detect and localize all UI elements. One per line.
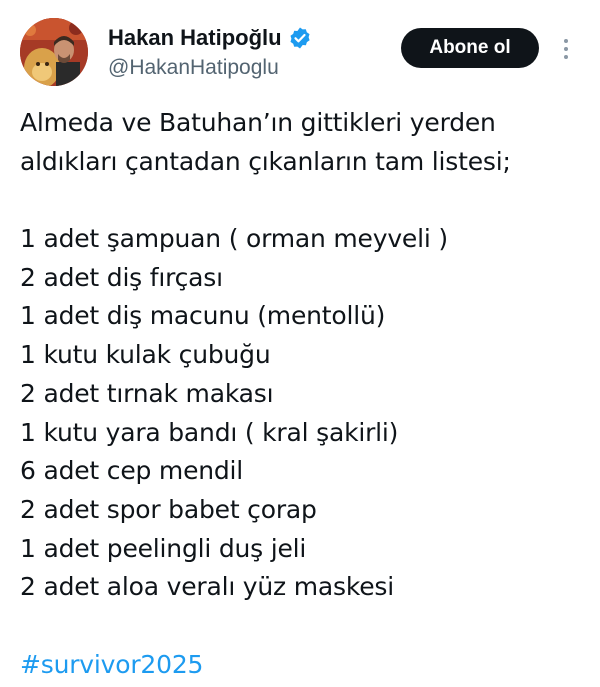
paragraph-break (20, 181, 586, 220)
author-block: Hakan Hatipoğlu @HakanHatipoglu (108, 22, 312, 80)
author-handle[interactable]: @HakanHatipoglu (108, 56, 312, 80)
list-item: 1 kutu yara bandı ( kral şakirli) (20, 417, 399, 447)
verified-badge-icon (288, 26, 312, 50)
avatar[interactable] (20, 18, 88, 86)
list-item: 2 adet spor babet çorap (20, 494, 317, 524)
tweet-header: Hakan Hatipoğlu @HakanHatipoglu Abone ol (20, 18, 580, 90)
list-item: 1 adet şampuan ( orman meyveli ) (20, 224, 448, 254)
list-item: 1 adet peelingli duş jeli (20, 533, 307, 563)
author-display-name[interactable]: Hakan Hatipoğlu (108, 25, 282, 51)
list-item: 1 adet diş macunu (mentollü) (20, 301, 386, 331)
list-item: 6 adet cep mendil (20, 456, 244, 486)
list-item: 2 adet aloa veralı yüz maskesi (20, 572, 394, 602)
avatar-image (20, 18, 88, 86)
list-item: 1 kutu kulak çubuğu (20, 340, 271, 370)
hashtag-line: #survivor2025 (20, 646, 586, 685)
list-item: 2 adet diş fırçası (20, 262, 223, 292)
more-vertical-icon[interactable] (554, 32, 578, 66)
tweet-text: Almeda ve Batuhan’ın gittikleri yerden a… (20, 104, 586, 684)
more-dot (564, 47, 568, 51)
follow-button[interactable]: Abone ol (401, 28, 539, 68)
tweet-intro-line: aldıkları çantadan çıkanların tam listes… (20, 146, 511, 176)
list-item: 2 adet tırnak makası (20, 378, 274, 408)
more-dot (564, 39, 568, 43)
name-row: Hakan Hatipoğlu (108, 22, 312, 54)
hashtag-link[interactable]: #survivor2025 (20, 650, 203, 679)
more-dot (564, 55, 568, 59)
paragraph-break (20, 607, 586, 646)
tweet-intro-line: Almeda ve Batuhan’ın gittikleri yerden (20, 108, 496, 137)
